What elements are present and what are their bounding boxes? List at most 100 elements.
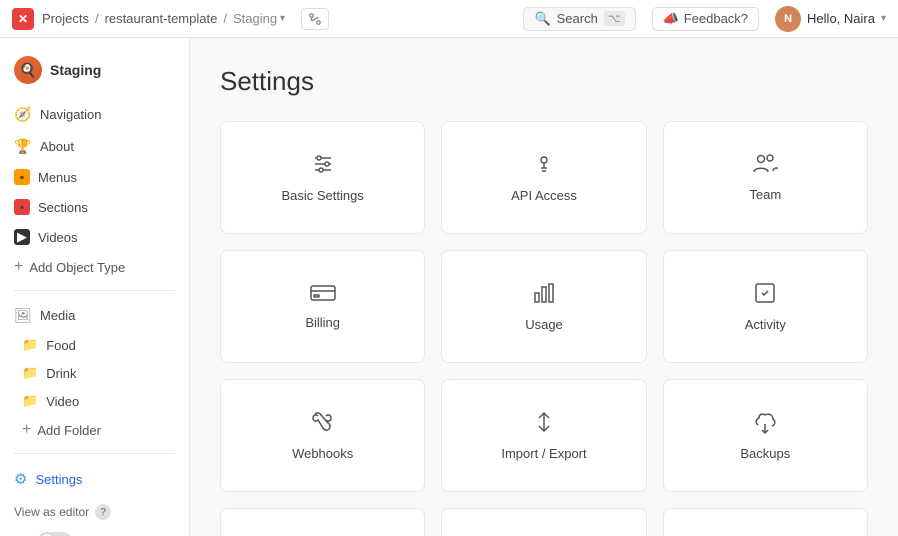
sections-icon: ▪	[14, 199, 30, 215]
content-area: Settings Basic Settings	[190, 38, 898, 536]
sidebar-item-navigation[interactable]: 🧭 Navigation	[0, 98, 189, 130]
team-label: Team	[749, 187, 781, 202]
feedback-button[interactable]: 📣 Feedback?	[652, 7, 760, 31]
logo-icon[interactable]: ✕	[12, 8, 34, 30]
settings-gear-icon: ⚙	[14, 470, 27, 488]
card-billing[interactable]: Billing	[220, 250, 425, 363]
activity-label: Activity	[745, 317, 786, 332]
card-activity[interactable]: Activity	[663, 250, 868, 363]
card-backups[interactable]: Backups	[663, 379, 868, 492]
card-usage[interactable]: Usage	[441, 250, 646, 363]
sidebar-item-sections[interactable]: ▪ Sections	[0, 192, 189, 222]
card-extensions[interactable]	[220, 508, 425, 536]
view-as-editor-toggle[interactable]	[38, 532, 72, 536]
add-icon: +	[14, 259, 23, 275]
sep2: /	[223, 11, 227, 26]
media-label: Media	[40, 308, 75, 323]
import-export-icon	[533, 410, 555, 434]
sidebar-item-label: Sections	[38, 200, 88, 215]
breadcrumb: Projects / restaurant-template / Staging…	[42, 11, 285, 26]
card-api-access[interactable]: API Access	[441, 121, 646, 234]
videos-icon: ▶	[14, 229, 30, 245]
backups-label: Backups	[740, 446, 790, 461]
project-link[interactable]: restaurant-template	[105, 11, 218, 26]
sidebar-item-videos[interactable]: ▶ Videos	[0, 222, 189, 252]
sidebar-item-drink[interactable]: 📁 Drink	[0, 359, 189, 387]
settings-label: Settings	[35, 472, 82, 487]
search-bar[interactable]: 🔍 Search ⌥	[523, 7, 635, 31]
divider2	[14, 453, 175, 454]
card-basic-settings[interactable]: Basic Settings	[220, 121, 425, 234]
api-access-icon	[532, 152, 556, 176]
sidebar-item-label: Menus	[38, 170, 77, 185]
usage-icon	[532, 281, 556, 305]
user-label: Hello, Naira	[807, 11, 875, 26]
brand-icon: 🍳	[14, 56, 42, 84]
sidebar-item-settings[interactable]: ⚙ Settings	[0, 462, 189, 496]
folder-icon: 📁	[22, 337, 38, 353]
webhooks-icon	[310, 410, 336, 434]
topnav-right: 🔍 Search ⌥ 📣 Feedback? N Hello, Naira ▾	[523, 6, 886, 32]
card-import-export[interactable]: Import / Export	[441, 379, 646, 492]
folder-icon: 📁	[22, 365, 38, 381]
feedback-label: Feedback?	[684, 11, 748, 26]
view-as-editor: View as editor ?	[0, 496, 189, 528]
search-icon: 🔍	[534, 11, 550, 27]
add-folder-label: Add Folder	[37, 423, 101, 438]
billing-icon	[310, 283, 336, 303]
sidebar-brand: 🍳 Staging	[0, 50, 189, 98]
navigation-icon: 🧭	[14, 105, 32, 123]
sidebar-item-label: Videos	[38, 230, 78, 245]
projects-link[interactable]: Projects	[42, 11, 89, 26]
card-webhooks[interactable]: Webhooks	[220, 379, 425, 492]
search-shortcut: ⌥	[604, 11, 625, 26]
sidebar-item-about[interactable]: 🏆 About	[0, 130, 189, 162]
add-folder-icon: +	[22, 422, 31, 438]
brand-label: Staging	[50, 62, 101, 78]
view-as-editor-label: View as editor	[14, 505, 89, 519]
menus-icon: ▪	[14, 169, 30, 185]
sidebar-item-menus[interactable]: ▪ Menus	[0, 162, 189, 192]
api-access-label: API Access	[511, 188, 577, 203]
sidebar: 🍳 Staging 🧭 Navigation 🏆 About ▪ Menus ▪…	[0, 38, 190, 536]
add-object-type-label: Add Object Type	[29, 260, 125, 275]
divider	[14, 290, 175, 291]
usage-label: Usage	[525, 317, 563, 332]
add-folder-button[interactable]: + Add Folder	[0, 415, 189, 445]
pr-icon[interactable]	[301, 8, 329, 30]
sep1: /	[95, 11, 99, 26]
sidebar-item-label: About	[40, 139, 74, 154]
folder-icon: 📁	[22, 393, 38, 409]
media-item-label: Video	[46, 394, 79, 409]
card-team[interactable]: Team	[663, 121, 868, 234]
media-item-label: Drink	[46, 366, 76, 381]
staging-chevron-icon: ▾	[280, 13, 285, 24]
feedback-icon: 📣	[663, 11, 679, 27]
sidebar-item-media[interactable]: 🖼 Media	[0, 299, 189, 331]
main-layout: 🍳 Staging 🧭 Navigation 🏆 About ▪ Menus ▪…	[0, 38, 898, 536]
topnav: ✕ Projects / restaurant-template / Stagi…	[0, 0, 898, 38]
add-object-type-button[interactable]: + Add Object Type	[0, 252, 189, 282]
user-menu[interactable]: N Hello, Naira ▾	[775, 6, 886, 32]
sidebar-item-video[interactable]: 📁 Video	[0, 387, 189, 415]
about-icon: 🏆	[14, 137, 32, 155]
sidebar-item-label: Navigation	[40, 107, 101, 122]
staging-selector[interactable]: Staging ▾	[233, 11, 285, 26]
card-code[interactable]	[663, 508, 868, 536]
sidebar-item-food[interactable]: 📁 Food	[0, 331, 189, 359]
media-icon: 🖼	[14, 306, 32, 324]
backups-icon	[752, 410, 778, 434]
settings-grid: Basic Settings API Access	[220, 121, 868, 536]
basic-settings-icon	[311, 152, 335, 176]
avatar: N	[775, 6, 801, 32]
user-chevron-icon: ▾	[881, 13, 886, 24]
toggle-row: Off On	[0, 528, 189, 536]
help-icon[interactable]: ?	[95, 504, 111, 520]
staging-label: Staging	[233, 11, 277, 26]
import-export-label: Import / Export	[501, 446, 586, 461]
basic-settings-label: Basic Settings	[281, 188, 363, 203]
card-lightning[interactable]	[441, 508, 646, 536]
webhooks-label: Webhooks	[292, 446, 353, 461]
billing-label: Billing	[305, 315, 340, 330]
activity-icon	[753, 281, 777, 305]
